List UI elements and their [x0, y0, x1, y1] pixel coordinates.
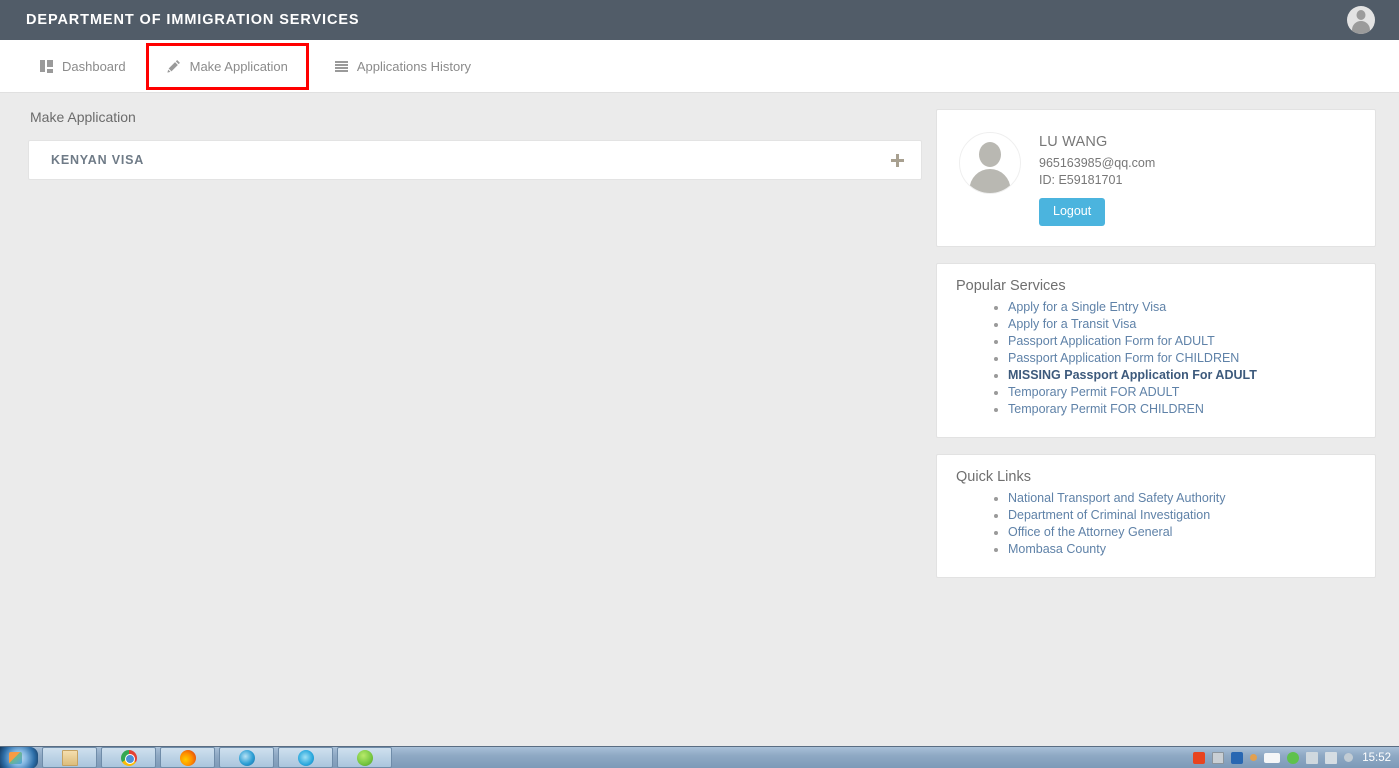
quick-links-list: National Transport and Safety Authority …	[955, 490, 1357, 558]
popular-services-heading: Popular Services	[956, 277, 1066, 294]
tray-circle-icon[interactable]	[1344, 753, 1354, 762]
sidebar-column: LU WANG 965163985@qq.com ID: E59181701 L…	[936, 109, 1376, 594]
popular-service-link[interactable]: Passport Application Form for ADULT	[1008, 334, 1215, 348]
system-tray: 15:52	[1193, 747, 1399, 768]
chrome-icon	[120, 749, 137, 766]
profile-id: ID: E59181701	[1039, 173, 1123, 187]
nav-item-applications-history[interactable]: Applications History	[321, 53, 485, 80]
pencil-icon	[167, 59, 181, 73]
tray-note-icon[interactable]	[1306, 751, 1319, 764]
red-app-icon[interactable]	[1193, 751, 1206, 764]
list-item: Temporary Permit FOR ADULT	[1008, 384, 1357, 401]
user-profile-card: LU WANG 965163985@qq.com ID: E59181701 L…	[936, 109, 1376, 247]
profile-email: 965163985@qq.com	[1039, 156, 1156, 170]
popular-service-link[interactable]: MISSING Passport Application For ADULT	[1008, 368, 1257, 382]
accordion-title: KENYAN VISA	[51, 153, 145, 167]
profile-info: LU WANG 965163985@qq.com ID: E59181701 L…	[1039, 128, 1155, 226]
list-item: Apply for a Single Entry Visa	[1008, 299, 1357, 316]
page-body: Make Application KENYAN VISA LU WANG 965…	[0, 93, 1399, 750]
quick-link[interactable]: Department of Criminal Investigation	[1008, 508, 1210, 522]
edge-browser-icon	[297, 749, 314, 766]
popular-service-link[interactable]: Passport Application Form for CHILDREN	[1008, 351, 1239, 365]
quick-links-card: Quick Links National Transport and Safet…	[936, 453, 1376, 578]
app-header: DEPARTMENT OF IMMIGRATION SERVICES	[0, 0, 1399, 40]
internet-explorer-icon	[238, 749, 255, 766]
nav-item-label: Make Application	[189, 58, 288, 74]
wechat-icon	[356, 749, 373, 766]
green-dot-icon[interactable]	[1287, 751, 1300, 764]
list-item: Department of Criminal Investigation	[1008, 507, 1357, 524]
blue-app-icon[interactable]	[1231, 751, 1244, 764]
grey-app-icon[interactable]	[1212, 751, 1225, 764]
nav-item-make-application[interactable]: Make Application	[145, 42, 309, 90]
list-item: Passport Application Form for CHILDREN	[1008, 350, 1357, 367]
list-item: Apply for a Transit Visa	[1008, 316, 1357, 333]
avatar	[959, 132, 1021, 194]
white-app-icon[interactable]	[1264, 752, 1281, 763]
plus-icon[interactable]	[891, 153, 904, 167]
tray-plug-icon[interactable]	[1325, 751, 1338, 764]
taskbar-button-wechat[interactable]	[337, 747, 392, 768]
popular-service-link[interactable]: Apply for a Transit Visa	[1008, 317, 1136, 331]
taskbar-button-internet-explorer[interactable]	[219, 747, 274, 768]
quick-link[interactable]: Mombasa County	[1008, 542, 1106, 556]
list-item: Passport Application Form for ADULT	[1008, 333, 1357, 350]
quick-link[interactable]: National Transport and Safety Authority	[1008, 491, 1226, 505]
user-avatar-icon[interactable]	[1347, 6, 1375, 34]
quick-links-heading: Quick Links	[956, 468, 1031, 485]
popular-service-link[interactable]: Apply for a Single Entry Visa	[1008, 300, 1166, 314]
app-title: DEPARTMENT OF IMMIGRATION SERVICES	[26, 12, 360, 28]
popular-services-list: Apply for a Single Entry Visa Apply for …	[955, 299, 1357, 418]
nav-item-dashboard[interactable]: Dashboard	[26, 53, 140, 80]
list-item: Office of the Attorney General	[1008, 524, 1357, 541]
popular-services-card: Popular Services Apply for a Single Entr…	[936, 262, 1376, 438]
nav-item-label: Dashboard	[62, 58, 126, 74]
list-item: MISSING Passport Application For ADULT	[1008, 367, 1357, 384]
quick-link[interactable]: Office of the Attorney General	[1008, 525, 1172, 539]
orange-dot-icon[interactable]	[1250, 754, 1258, 761]
main-navbar: Dashboard Make Application Applications …	[0, 40, 1399, 93]
firefox-icon	[179, 749, 196, 766]
application-category-panel: KENYAN VISA	[28, 140, 922, 180]
nav-item-label: Applications History	[356, 58, 472, 74]
windows-start-orb-icon[interactable]	[0, 747, 38, 768]
taskbar-button-explorer[interactable]	[42, 747, 97, 768]
popular-service-link[interactable]: Temporary Permit FOR CHILDREN	[1008, 402, 1204, 416]
list-item: Mombasa County	[1008, 541, 1357, 558]
grid-icon	[40, 60, 53, 73]
main-column: Make Application KENYAN VISA	[28, 109, 922, 180]
popular-service-link[interactable]: Temporary Permit FOR ADULT	[1008, 385, 1179, 399]
taskbar-button-chrome[interactable]	[101, 747, 156, 768]
folder-explorer-icon	[61, 749, 78, 766]
list-item: Temporary Permit FOR CHILDREN	[1008, 401, 1357, 418]
logout-button[interactable]: Logout	[1039, 198, 1106, 226]
taskbar-clock[interactable]: 15:52	[1360, 752, 1391, 764]
accordion-header-kenyan-visa[interactable]: KENYAN VISA	[29, 141, 921, 179]
taskbar-button-firefox[interactable]	[160, 747, 215, 768]
windows-taskbar: 15:52	[0, 746, 1399, 768]
page-title: Make Application	[30, 109, 136, 125]
list-item: National Transport and Safety Authority	[1008, 490, 1357, 507]
list-icon	[334, 60, 348, 72]
taskbar-button-edge[interactable]	[278, 747, 333, 768]
profile-name: LU WANG	[1039, 134, 1108, 150]
